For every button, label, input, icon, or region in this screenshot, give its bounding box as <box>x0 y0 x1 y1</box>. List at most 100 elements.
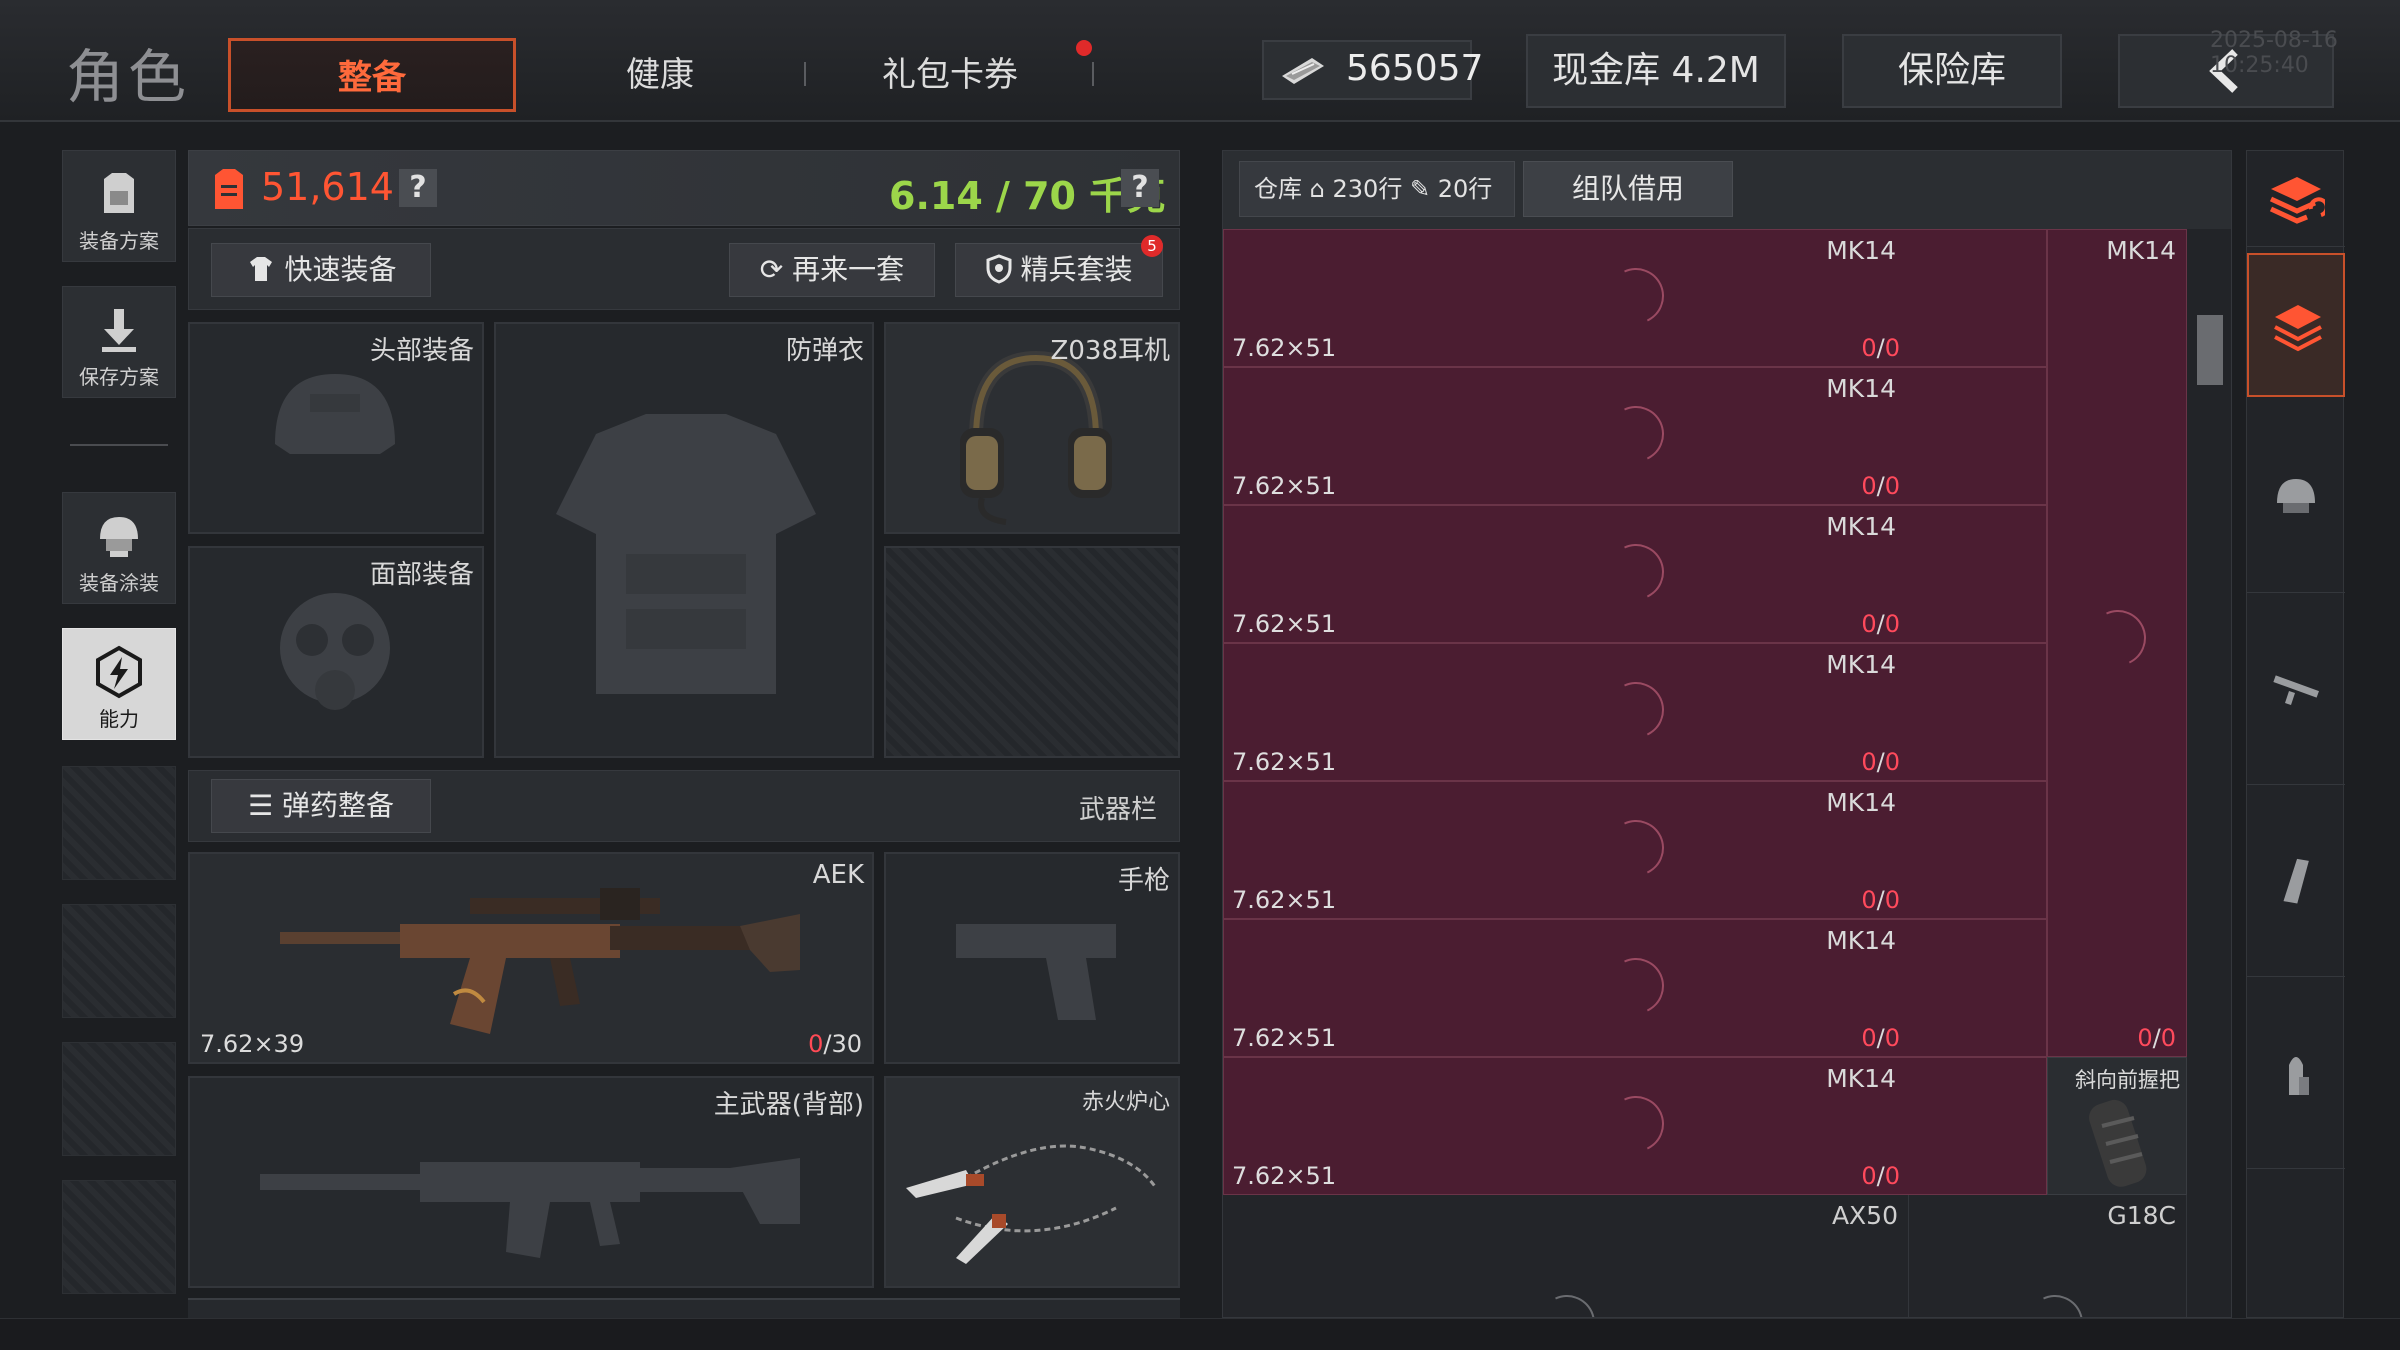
back-weapon-label: 主武器(背部) <box>713 1090 864 1120</box>
pistol-slot[interactable]: 手枪 <box>884 852 1180 1064</box>
sidebar-item-loadout-plan[interactable]: 装备方案 <box>62 150 176 262</box>
body-armor-slot[interactable]: 防弹衣 <box>494 322 874 758</box>
head-gear-label: 头部装备 <box>369 336 474 366</box>
inventory-grid: MK14 7.62×51 0/0 MK14 7.62×51 0/0 MK14 7… <box>1223 229 2231 1317</box>
sidebar-item-label: 保存方案 <box>79 365 159 389</box>
item-name: MK14 <box>1826 236 1896 265</box>
inventory-item[interactable]: AX50 <box>1223 1195 1909 1317</box>
storage-info-button[interactable]: 仓库 ⌂ 230行 ✎ 20行 <box>1239 161 1515 217</box>
body-armor-label: 防弹衣 <box>785 336 864 366</box>
bullet-icon <box>2289 1057 2309 1095</box>
item-ammo-count: 0/0 <box>1861 610 1900 638</box>
scroll-thumb[interactable] <box>2197 315 2223 385</box>
rail-all-items[interactable] <box>2247 151 2345 247</box>
inventory-item[interactable]: MK14 7.62×51 0/0 <box>1223 781 2047 919</box>
category-rail <box>2246 150 2345 1318</box>
inventory-item[interactable]: MK14 7.62×51 0/0 <box>1223 1057 2047 1195</box>
rail-rifle[interactable] <box>2247 595 2345 785</box>
currency-display[interactable]: 565057 <box>1262 40 1483 100</box>
inventory-item-grip[interactable]: 斜向前握把 <box>2047 1057 2187 1195</box>
sidebar-item-label: 能力 <box>99 707 139 731</box>
item-caliber: 7.62×51 <box>1232 886 1337 914</box>
inventory-item-side[interactable]: MK14 0/0 <box>2047 229 2187 1057</box>
face-gear-slot[interactable]: 面部装备 <box>188 546 484 758</box>
quick-equip-button[interactable]: 快速装备 <box>211 243 431 297</box>
value-help-button[interactable]: ? <box>399 169 437 207</box>
melee-blade-icon <box>906 1144 1158 1264</box>
ammo-prep-button[interactable]: ☰ 弹药整备 <box>211 779 431 833</box>
item-caliber: 7.62×51 <box>1232 472 1337 500</box>
inventory-item[interactable]: MK14 7.62×51 0/0 <box>1223 229 2047 367</box>
sidebar-item-label: 装备方案 <box>79 229 159 253</box>
elite-set-button[interactable]: 精兵套装 <box>955 243 1163 297</box>
shirt-icon <box>249 257 272 281</box>
sidebar-empty-slot <box>62 766 176 880</box>
inventory-item[interactable]: MK14 7.62×51 0/0 <box>1223 919 2047 1057</box>
pistol-label: 手枪 <box>1117 866 1170 896</box>
back-weapon-slot[interactable]: 主武器(背部) <box>188 1076 874 1288</box>
weapon-column-label: 武器栏 <box>1078 795 1157 825</box>
item-caliber: 7.62×51 <box>1232 1162 1337 1190</box>
item-caliber: 7.62×51 <box>1232 334 1337 362</box>
sidebar-item-equipment-skin[interactable]: 装备涂装 <box>62 492 176 604</box>
item-ammo-count: 0/0 <box>1861 748 1900 776</box>
magazine-count: 0/30 <box>808 1030 862 1058</box>
rail-magazine[interactable] <box>2247 787 2345 977</box>
cash-icon <box>1282 58 1324 84</box>
headset-slot[interactable]: Z038耳机 <box>884 322 1180 534</box>
rail-ammo[interactable] <box>2247 979 2345 1169</box>
team-borrow-button[interactable]: 组队借用 <box>1523 161 1733 217</box>
rail-layers-selected[interactable] <box>2247 253 2345 397</box>
helmet-icon <box>2277 479 2315 513</box>
weapon-name: AEK <box>812 860 864 890</box>
weapon-caliber: 7.62×39 <box>200 1030 305 1058</box>
sidebar-item-ability[interactable]: 能力 <box>62 628 176 740</box>
layers-icon <box>2274 305 2322 352</box>
elite-set-label: 精兵套装 <box>1020 253 1133 286</box>
rail-helmet[interactable] <box>2247 403 2345 593</box>
body-armor-icon <box>556 414 816 694</box>
melee-slot[interactable]: 赤火炉心 <box>884 1076 1180 1288</box>
safe-box-button[interactable]: 保险库 <box>1842 34 2062 108</box>
tab-separator <box>804 62 806 86</box>
primary-weapon-slot[interactable]: AEK 7.62×39 0/30 <box>188 852 874 1064</box>
item-ammo-count: 0/0 <box>2137 1024 2176 1052</box>
inventory-item[interactable]: G18C <box>1909 1195 2187 1317</box>
ticket-rows: 20行 <box>1437 175 1493 203</box>
inventory-item[interactable]: MK14 7.62×51 0/0 <box>1223 643 2047 781</box>
sidebar-item-save-plan[interactable]: 保存方案 <box>62 286 176 398</box>
headset-label: Z038耳机 <box>1050 336 1170 366</box>
inventory-item[interactable]: MK14 7.62×51 0/0 <box>1223 505 2047 643</box>
tab-health[interactable]: 健康 <box>560 38 760 112</box>
loading-spinner-icon <box>1600 674 1672 746</box>
reequip-set-button[interactable]: ⟳ 再来一套 <box>729 243 935 297</box>
head-gear-slot[interactable]: 头部装备 <box>188 322 484 534</box>
loadout-actions-bar: 快速装备 ⟳ 再来一套 精兵套装 5 <box>188 228 1180 310</box>
rifle-silhouette-icon <box>260 1158 800 1258</box>
empty-gear-slot[interactable] <box>884 546 1180 758</box>
armor-value-icon <box>215 169 243 209</box>
more-slots-strip <box>188 1298 1180 1318</box>
loading-spinner-icon <box>2082 602 2154 674</box>
sidebar-empty-slot <box>62 904 176 1018</box>
elite-set-badge: 5 <box>1141 235 1163 257</box>
notification-dot <box>1076 40 1092 56</box>
tab-gift-coupons[interactable]: 礼包卡券 <box>840 38 1060 112</box>
page-title: 角色 <box>66 43 191 111</box>
storage-label: 仓库 <box>1254 175 1302 203</box>
face-gear-label: 面部装备 <box>369 560 474 590</box>
item-name: MK14 <box>1826 788 1896 817</box>
rifle-icon <box>2273 675 2319 705</box>
sidebar-divider <box>70 444 168 446</box>
inventory-item[interactable]: MK14 7.62×51 0/0 <box>1223 367 2047 505</box>
item-ammo-count: 0/0 <box>1861 334 1900 362</box>
tab-equip[interactable]: 整备 <box>228 38 516 112</box>
tab-separator <box>1092 62 1094 86</box>
item-ammo-count: 0/0 <box>1861 1024 1900 1052</box>
inventory-scrollbar[interactable] <box>2191 307 2227 1317</box>
item-name: AX50 <box>1831 1201 1898 1230</box>
weight-help-button[interactable]: ? <box>1121 169 1159 207</box>
cash-vault-button[interactable]: 现金库 4.2M <box>1526 34 1786 108</box>
gas-mask-icon <box>280 593 390 710</box>
item-name: MK14 <box>1826 926 1896 955</box>
